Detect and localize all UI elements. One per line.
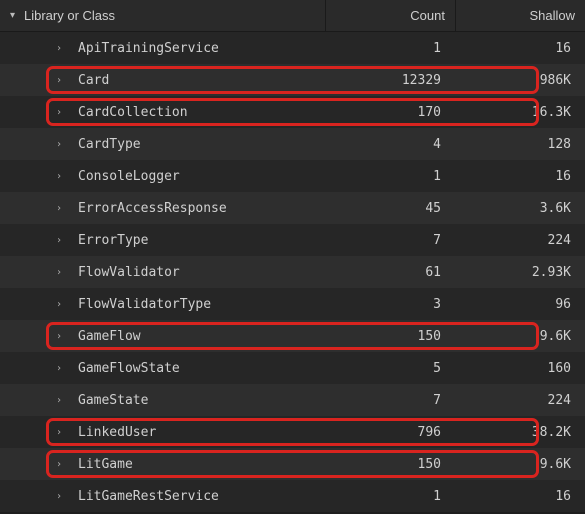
cell-name: › FlowValidator [0, 265, 325, 280]
cell-count: 7 [325, 393, 455, 408]
table-row[interactable]: › Card 12329986K [0, 64, 585, 96]
cell-count: 150 [325, 329, 455, 344]
cell-name: › ConsoleLogger [0, 169, 325, 184]
cell-shallow: 224 [455, 393, 585, 408]
table-row[interactable]: › ErrorAccessResponse 453.6K [0, 192, 585, 224]
cell-count: 796 [325, 425, 455, 440]
cell-count: 170 [325, 105, 455, 120]
col-header-name[interactable]: ▾ Library or Class [0, 0, 325, 31]
cell-shallow: 16.3K [455, 105, 585, 120]
table-row[interactable]: › FlowValidator 612.93K [0, 256, 585, 288]
table-body: ›ApiTrainingService116›Card12329986K›Car… [0, 32, 585, 512]
chevron-right-icon[interactable]: › [56, 395, 70, 406]
chevron-right-icon[interactable]: › [56, 491, 70, 502]
cell-count: 1 [325, 169, 455, 184]
class-name: FlowValidator [78, 265, 180, 280]
class-name: ErrorType [78, 233, 148, 248]
chevron-right-icon[interactable]: › [56, 267, 70, 278]
table-row[interactable]: › CardType 4128 [0, 128, 585, 160]
chevron-right-icon[interactable]: › [56, 139, 70, 150]
cell-count: 45 [325, 201, 455, 216]
class-name: Card [78, 73, 109, 88]
chevron-right-icon[interactable]: › [56, 299, 70, 310]
cell-name: › GameFlow [0, 329, 325, 344]
table-row[interactable]: › ApiTrainingService 116 [0, 32, 585, 64]
chevron-right-icon[interactable]: › [56, 75, 70, 86]
class-name: FlowValidatorType [78, 297, 211, 312]
cell-count: 5 [325, 361, 455, 376]
col-header-count-label: Count [410, 8, 445, 23]
chevron-right-icon[interactable]: › [56, 203, 70, 214]
class-name: ConsoleLogger [78, 169, 180, 184]
cell-shallow: 38.2K [455, 425, 585, 440]
class-name: GameFlow [78, 329, 141, 344]
class-name: LitGame [78, 457, 133, 472]
cell-shallow: 96 [455, 297, 585, 312]
col-header-name-label: Library or Class [24, 8, 115, 23]
class-name: LitGameRestService [78, 489, 219, 504]
table-row[interactable]: › FlowValidatorType 396 [0, 288, 585, 320]
table-row[interactable]: › LitGame 1509.6K [0, 448, 585, 480]
cell-count: 12329 [325, 73, 455, 88]
chevron-right-icon[interactable]: › [56, 363, 70, 374]
cell-shallow: 16 [455, 41, 585, 56]
cell-name: › LinkedUser [0, 425, 325, 440]
class-name: ErrorAccessResponse [78, 201, 227, 216]
table-row[interactable]: › ConsoleLogger 116 [0, 160, 585, 192]
class-name: CardType [78, 137, 141, 152]
cell-name: › ErrorAccessResponse [0, 201, 325, 216]
cell-shallow: 16 [455, 169, 585, 184]
cell-name: › Card [0, 73, 325, 88]
cell-name: › CardType [0, 137, 325, 152]
chevron-down-icon: ▾ [10, 10, 24, 21]
col-header-shallow[interactable]: Shallow [455, 0, 585, 31]
cell-shallow: 9.6K [455, 329, 585, 344]
table-row[interactable]: › ErrorType 7224 [0, 224, 585, 256]
cell-count: 150 [325, 457, 455, 472]
chevron-right-icon[interactable]: › [56, 171, 70, 182]
cell-shallow: 128 [455, 137, 585, 152]
chevron-right-icon[interactable]: › [56, 459, 70, 470]
chevron-right-icon[interactable]: › [56, 331, 70, 342]
cell-shallow: 16 [455, 489, 585, 504]
table-row[interactable]: › LitGameRestService 116 [0, 480, 585, 512]
chevron-right-icon[interactable]: › [56, 43, 70, 54]
cell-shallow: 2.93K [455, 265, 585, 280]
chevron-right-icon[interactable]: › [56, 427, 70, 438]
chevron-right-icon[interactable]: › [56, 107, 70, 118]
cell-shallow: 9.6K [455, 457, 585, 472]
class-name: LinkedUser [78, 425, 156, 440]
cell-count: 1 [325, 489, 455, 504]
cell-name: › LitGameRestService [0, 489, 325, 504]
cell-name: › LitGame [0, 457, 325, 472]
table-row[interactable]: › GameFlowState 5160 [0, 352, 585, 384]
cell-count: 7 [325, 233, 455, 248]
class-name: GameState [78, 393, 148, 408]
table-row[interactable]: › CardCollection 17016.3K [0, 96, 585, 128]
cell-shallow: 224 [455, 233, 585, 248]
chevron-right-icon[interactable]: › [56, 235, 70, 246]
cell-name: › ApiTrainingService [0, 41, 325, 56]
cell-count: 61 [325, 265, 455, 280]
class-name: ApiTrainingService [78, 41, 219, 56]
table-header: ▾ Library or Class Count Shallow [0, 0, 585, 32]
table-row[interactable]: › GameFlow 1509.6K [0, 320, 585, 352]
cell-count: 3 [325, 297, 455, 312]
cell-name: › FlowValidatorType [0, 297, 325, 312]
cell-name: › CardCollection [0, 105, 325, 120]
class-name: CardCollection [78, 105, 188, 120]
cell-shallow: 3.6K [455, 201, 585, 216]
cell-count: 4 [325, 137, 455, 152]
cell-count: 1 [325, 41, 455, 56]
table-row[interactable]: › GameState 7224 [0, 384, 585, 416]
cell-name: › GameFlowState [0, 361, 325, 376]
table-row[interactable]: › LinkedUser 79638.2K [0, 416, 585, 448]
col-header-count[interactable]: Count [325, 0, 455, 31]
cell-shallow: 986K [455, 73, 585, 88]
class-name: GameFlowState [78, 361, 180, 376]
col-header-shallow-label: Shallow [529, 8, 575, 23]
cell-shallow: 160 [455, 361, 585, 376]
cell-name: › ErrorType [0, 233, 325, 248]
cell-name: › GameState [0, 393, 325, 408]
